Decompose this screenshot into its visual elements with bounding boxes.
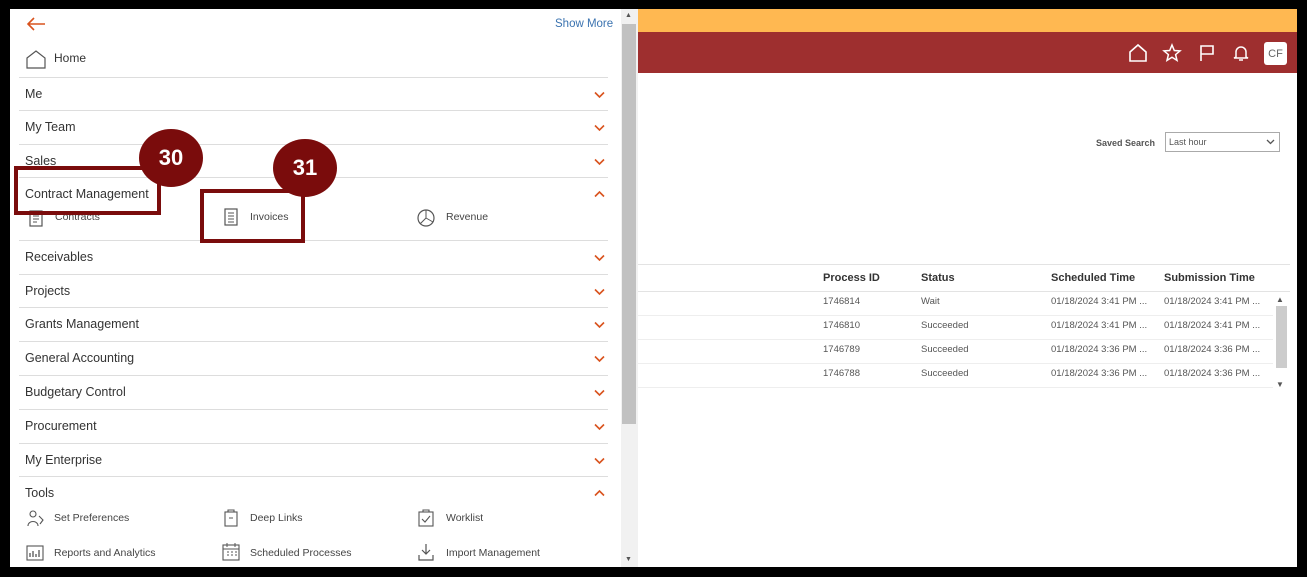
nav-section-receivables[interactable]: Receivables <box>19 240 608 274</box>
cell-submission-time: 01/18/2024 3:41 PM ... <box>1164 320 1261 331</box>
chevron-down-icon <box>1266 139 1275 145</box>
scroll-down-icon[interactable]: ▼ <box>1276 380 1284 389</box>
callout-badge-30: 30 <box>139 129 203 187</box>
nav-section-label: Receivables <box>25 250 94 264</box>
nav-section-label: Procurement <box>25 419 97 433</box>
nav-section-label: General Accounting <box>25 351 135 365</box>
import-management-link[interactable]: Import Management <box>446 547 540 559</box>
favorites-star-icon[interactable] <box>1161 42 1183 64</box>
table-row[interactable]: 1746814 Wait 01/18/2024 3:41 PM ... 01/1… <box>638 291 1273 316</box>
table-row[interactable]: 1746810 Succeeded 01/18/2024 3:41 PM ...… <box>638 315 1273 340</box>
chevron-down-icon <box>594 423 605 431</box>
column-submission-time[interactable]: Submission Time <box>1164 272 1255 284</box>
saved-search-value: Last hour <box>1169 137 1207 147</box>
nav-section-procurement[interactable]: Procurement <box>19 409 608 443</box>
table-header: Process ID Status Scheduled Time Submiss… <box>638 264 1290 292</box>
nav-section-label: Tools <box>25 486 55 500</box>
chevron-down-icon <box>594 389 605 397</box>
cell-submission-time: 01/18/2024 3:41 PM ... <box>1164 296 1261 307</box>
highlight-contract-management <box>14 166 161 215</box>
scroll-up-icon[interactable]: ▲ <box>625 12 632 19</box>
deep-links-icon[interactable] <box>221 508 241 528</box>
cell-scheduled-time: 01/18/2024 3:36 PM ... <box>1051 368 1148 379</box>
scheduled-processes-icon[interactable] <box>221 542 241 562</box>
deep-links-link[interactable]: Deep Links <box>250 512 303 524</box>
column-scheduled-time[interactable]: Scheduled Time <box>1051 272 1135 284</box>
cell-process-id: 1746788 <box>823 368 860 379</box>
navigator-scroll-thumb[interactable] <box>622 24 636 424</box>
back-arrow-icon[interactable] <box>25 16 47 32</box>
home-link[interactable]: Home <box>54 51 86 65</box>
chevron-up-icon <box>594 190 605 198</box>
chevron-down-icon <box>594 321 605 329</box>
scroll-up-icon[interactable]: ▲ <box>1276 295 1284 304</box>
show-more-link[interactable]: Show More <box>555 18 613 30</box>
chevron-up-icon <box>594 489 605 497</box>
chevron-down-icon <box>594 254 605 262</box>
callout-badge-31: 31 <box>273 139 337 197</box>
scheduled-processes-link[interactable]: Scheduled Processes <box>250 547 352 559</box>
cell-process-id: 1746810 <box>823 320 860 331</box>
nav-section-label: Grants Management <box>25 317 139 331</box>
set-preferences-icon[interactable] <box>25 508 45 528</box>
cell-process-id: 1746789 <box>823 344 860 355</box>
saved-search-label: Saved Search <box>1096 138 1156 148</box>
chevron-down-icon <box>594 288 605 296</box>
cell-scheduled-time: 01/18/2024 3:36 PM ... <box>1051 344 1148 355</box>
main-app: CF Saved Search Last hour Process ID Sta… <box>638 9 1297 567</box>
cell-status: Succeeded <box>921 368 969 379</box>
revenue-pie-icon[interactable] <box>416 208 436 228</box>
screenshot-frame: CF Saved Search Last hour Process ID Sta… <box>10 9 1297 567</box>
highlight-invoices <box>200 189 305 243</box>
reports-analytics-icon[interactable] <box>25 543 45 563</box>
set-preferences-link[interactable]: Set Preferences <box>54 512 129 524</box>
cell-process-id: 1746814 <box>823 296 860 307</box>
nav-section-label: Projects <box>25 284 71 298</box>
chevron-down-icon <box>594 91 605 99</box>
nav-section-label: Budgetary Control <box>25 385 126 399</box>
worklist-link[interactable]: Worklist <box>446 512 483 524</box>
cell-submission-time: 01/18/2024 3:36 PM ... <box>1164 344 1261 355</box>
user-avatar[interactable]: CF <box>1264 42 1287 65</box>
nav-section-me[interactable]: Me <box>19 77 608 111</box>
cell-status: Succeeded <box>921 320 969 331</box>
top-strip <box>638 9 1297 32</box>
nav-section-label: My Enterprise <box>25 453 103 467</box>
column-status[interactable]: Status <box>921 272 955 284</box>
column-process-id[interactable]: Process ID <box>823 272 880 284</box>
worklist-icon[interactable] <box>416 508 436 528</box>
chevron-down-icon <box>594 124 605 132</box>
table-row[interactable]: 1746788 Succeeded 01/18/2024 3:36 PM ...… <box>638 363 1273 388</box>
nav-section-label: Me <box>25 87 43 101</box>
cell-submission-time: 01/18/2024 3:36 PM ... <box>1164 368 1261 379</box>
nav-section-budgetary-control[interactable]: Budgetary Control <box>19 375 608 409</box>
home-icon[interactable] <box>25 49 47 69</box>
cell-scheduled-time: 01/18/2024 3:41 PM ... <box>1051 296 1148 307</box>
import-management-icon[interactable] <box>416 542 436 562</box>
table-row[interactable]: 1746789 Succeeded 01/18/2024 3:36 PM ...… <box>638 339 1273 364</box>
table-scrollbar[interactable]: ▲ ▼ <box>1274 292 1288 397</box>
nav-section-label: My Team <box>25 120 76 134</box>
nav-section-my-team[interactable]: My Team <box>19 110 608 144</box>
cell-status: Wait <box>921 296 940 307</box>
chevron-down-icon <box>594 355 605 363</box>
home-icon[interactable] <box>1127 42 1149 64</box>
cell-scheduled-time: 01/18/2024 3:41 PM ... <box>1051 320 1148 331</box>
chevron-down-icon <box>594 158 605 166</box>
chevron-down-icon <box>594 457 605 465</box>
revenue-link[interactable]: Revenue <box>446 211 488 223</box>
nav-section-my-enterprise[interactable]: My Enterprise <box>19 443 608 477</box>
nav-section-general-accounting[interactable]: General Accounting <box>19 341 608 375</box>
watchlist-flag-icon[interactable] <box>1196 42 1218 64</box>
scroll-down-icon[interactable]: ▼ <box>625 556 632 563</box>
notifications-bell-icon[interactable] <box>1230 42 1252 64</box>
table-scroll-thumb[interactable] <box>1276 306 1287 368</box>
saved-search-select[interactable]: Last hour <box>1165 132 1280 152</box>
navigator-panel: Show More Home Me My Team Sales Contract… <box>10 9 638 567</box>
nav-section-projects[interactable]: Projects <box>19 274 608 308</box>
nav-section-grants-management[interactable]: Grants Management <box>19 307 608 341</box>
navigator-scrollbar[interactable]: ▲ ▼ <box>621 9 638 567</box>
reports-analytics-link[interactable]: Reports and Analytics <box>54 547 156 559</box>
cell-status: Succeeded <box>921 344 969 355</box>
